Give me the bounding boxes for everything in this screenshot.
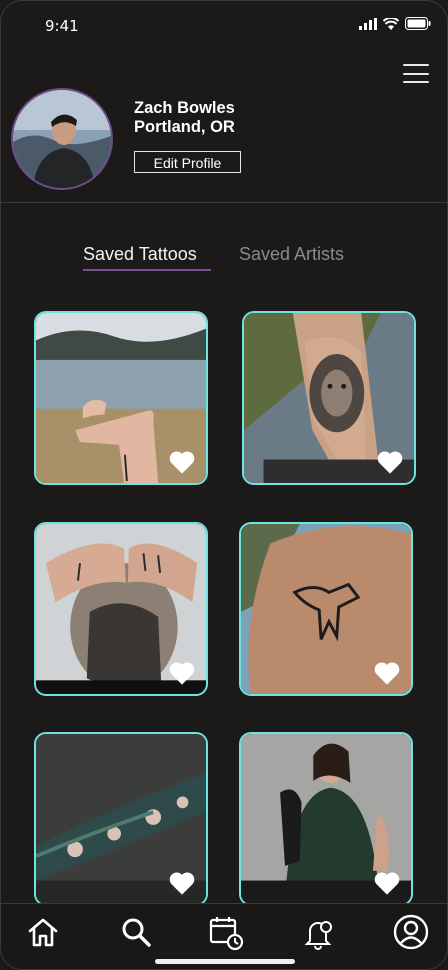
signal-icon: [359, 17, 377, 30]
profile-icon: [393, 914, 429, 950]
avatar-photo: [13, 90, 111, 188]
divider: [1, 202, 447, 203]
menu-line: [403, 81, 429, 83]
nav-notifications[interactable]: [299, 912, 339, 952]
phone-screen: 9:41 Zach Bowles Portland, OR Edit Profi…: [0, 0, 448, 970]
tattoo-card-hummingbird[interactable]: [239, 522, 413, 696]
nav-search[interactable]: [116, 912, 156, 952]
tattoo-card-artist[interactable]: [239, 732, 413, 906]
heart-icon[interactable]: [168, 449, 196, 475]
user-location: Portland, OR: [134, 118, 235, 136]
tattoo-card-wrist[interactable]: [34, 311, 208, 485]
avatar[interactable]: [11, 88, 113, 190]
bell-icon: [304, 921, 332, 950]
wifi-icon: [383, 17, 399, 30]
tab-saved-tattoos[interactable]: Saved Tattoos: [83, 244, 197, 265]
user-name: Zach Bowles: [134, 99, 235, 117]
nav-calendar[interactable]: [206, 912, 246, 952]
heart-icon[interactable]: [168, 660, 196, 686]
active-tab-indicator: [83, 269, 211, 271]
heart-icon[interactable]: [376, 449, 404, 475]
heart-icon[interactable]: [373, 660, 401, 686]
status-icons: [359, 17, 431, 30]
heart-icon[interactable]: [373, 870, 401, 896]
tattoo-card-sleeve[interactable]: [34, 732, 208, 906]
home-indicator: [155, 959, 295, 964]
tattoo-card-lion[interactable]: [242, 311, 416, 485]
home-icon: [28, 918, 58, 947]
tab-saved-artists[interactable]: Saved Artists: [239, 244, 344, 265]
search-icon: [122, 918, 151, 947]
nav-home[interactable]: [23, 912, 63, 952]
menu-icon[interactable]: [403, 64, 429, 83]
edit-profile-button[interactable]: Edit Profile: [134, 151, 241, 173]
battery-icon: [405, 17, 431, 30]
status-time: 9:41: [45, 17, 79, 35]
heart-icon[interactable]: [168, 870, 196, 896]
nav-profile[interactable]: [391, 912, 431, 952]
tattoo-card-head[interactable]: [34, 522, 208, 696]
menu-line: [403, 72, 429, 75]
calendar-icon: [209, 917, 244, 951]
menu-line: [403, 64, 429, 66]
